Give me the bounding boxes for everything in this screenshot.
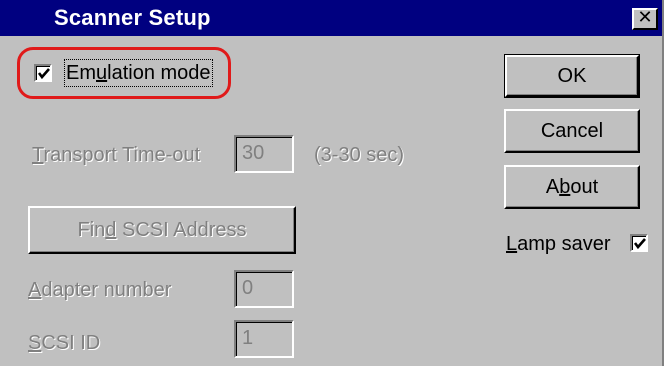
scsi-id-label-part: CSI ID [41, 332, 101, 354]
find-scsi-address-button[interactable]: Find SCSI Address [28, 206, 296, 254]
about-label-part: A [545, 176, 560, 198]
scsi-id-label-mnemonic: S [28, 332, 42, 354]
checkmark-icon [633, 238, 646, 250]
lamp-saver-label-mnemonic: L [506, 233, 518, 255]
find-scsi-label-mnemonic: d [105, 219, 117, 241]
scanner-setup-dialog: Scanner Setup ✕ Emulation mode Transport… [0, 0, 664, 366]
find-scsi-label-part: SCSI Address [116, 219, 247, 241]
lamp-saver-label[interactable]: Lamp saver [506, 232, 611, 256]
adapter-number-field[interactable]: 0 [234, 270, 294, 308]
title-bar[interactable]: Scanner Setup ✕ [0, 0, 662, 36]
adapter-number-label: Adapter number [28, 278, 171, 302]
emulation-label-part: lation mode [107, 62, 211, 84]
adapter-label-part: dapter number [41, 279, 172, 301]
transport-label-mnemonic: T [32, 144, 44, 166]
close-icon: ✕ [637, 7, 653, 28]
scsi-id-field[interactable]: 1 [234, 320, 294, 358]
transport-timeout-label: Transport Time-out [32, 143, 200, 167]
transport-timeout-hint: (3-30 sec) [314, 144, 405, 166]
cancel-button[interactable]: Cancel [504, 109, 640, 153]
ok-button[interactable]: OK [504, 54, 640, 98]
transport-timeout-field[interactable]: 30 [234, 135, 294, 173]
emulation-label-mnemonic: u [96, 62, 108, 84]
about-button[interactable]: About [504, 165, 640, 209]
transport-label-part: ransport Time-out [43, 144, 201, 166]
find-scsi-label-part: Fin [77, 219, 106, 241]
about-label-part: out [570, 176, 599, 198]
emulation-label-part: E [66, 62, 80, 84]
adapter-label-mnemonic: A [28, 279, 42, 301]
close-button[interactable]: ✕ [632, 8, 658, 30]
emulation-mode-label[interactable]: Emulation mode [64, 59, 213, 87]
find-scsi-label: Find SCSI Address [78, 219, 247, 241]
about-label-mnemonic: b [559, 176, 571, 198]
lamp-saver-checkbox[interactable] [630, 234, 648, 252]
window-title: Scanner Setup [54, 5, 211, 30]
scsi-id-label: SCSI ID [28, 331, 100, 355]
emulation-mode-checkbox[interactable] [34, 64, 52, 82]
lamp-saver-label-part: amp saver [517, 233, 611, 255]
checkmark-icon [37, 68, 50, 80]
emulation-label-part: m [79, 62, 97, 84]
